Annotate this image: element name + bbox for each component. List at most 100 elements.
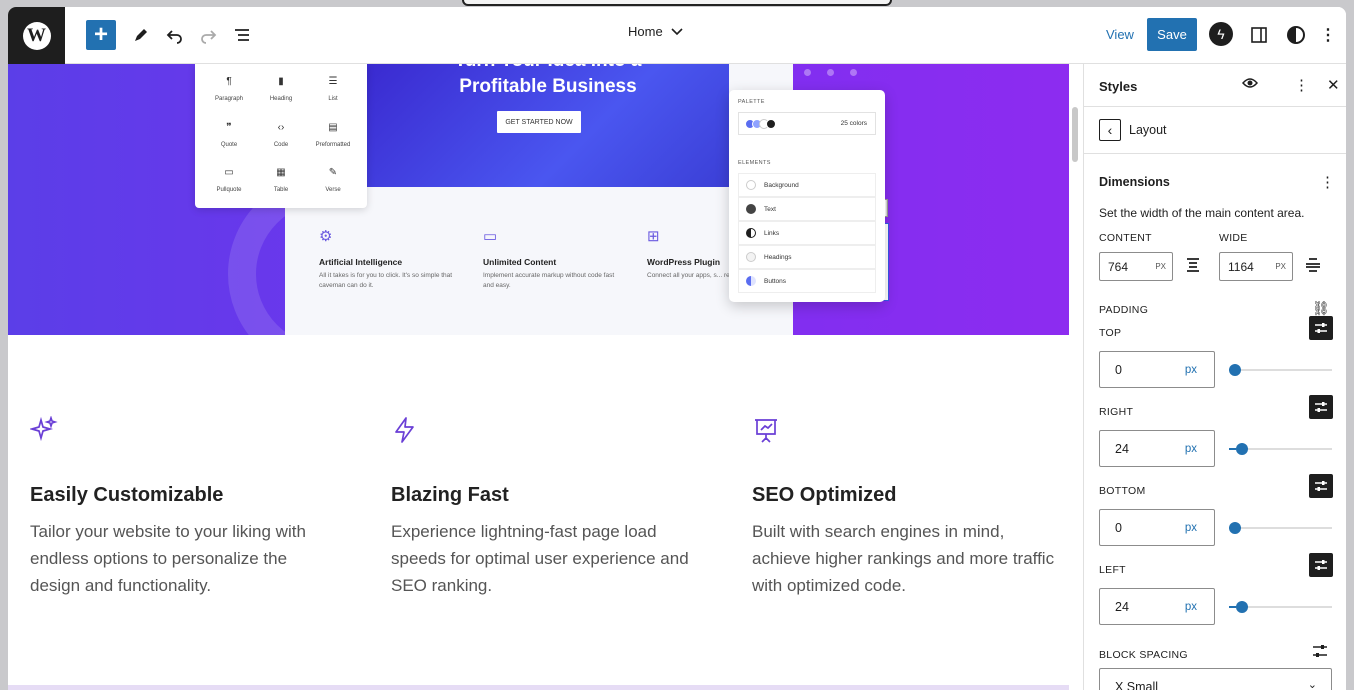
verse-icon: ✎ (328, 167, 338, 178)
mockup-card-ai: ⚙ Artificial Intelligence All it takes i… (319, 227, 455, 291)
pencil-icon (135, 29, 147, 41)
chevron-down-icon (671, 27, 683, 35)
padding-0-slider[interactable] (1229, 364, 1332, 376)
mockup-cta-button: GET STARTED NOW (497, 111, 581, 133)
sliders-icon (1315, 560, 1327, 570)
inserter-item: ‹› Code (253, 122, 309, 148)
eye-icon (1242, 78, 1258, 88)
dimensions-options-button[interactable]: ⋮ (1320, 173, 1335, 191)
card-title: Artificial Intelligence (319, 257, 403, 267)
padding-1-input[interactable]: 24 px (1099, 430, 1215, 467)
gear-icon: ⚙ (319, 228, 333, 245)
slider-knob[interactable] (1236, 443, 1248, 455)
table-icon: ▦ (276, 167, 286, 178)
padding-2-input[interactable]: 0 px (1099, 509, 1215, 546)
padding-0-input[interactable]: 0 px (1099, 351, 1215, 388)
padding-0-custom-button[interactable] (1309, 316, 1333, 340)
bolt-icon: ϟ (1217, 26, 1225, 42)
undo-button[interactable] (160, 20, 190, 50)
view-button[interactable]: View (1106, 27, 1134, 42)
half-circle-contrast-icon (1287, 26, 1305, 44)
hero-section[interactable]: Turn Your Idea into a Profitable Busines… (8, 64, 1069, 374)
mockup-headline: Profitable Business (459, 76, 637, 97)
sparkles-icon (30, 416, 58, 442)
slider-knob[interactable] (1229, 522, 1241, 534)
feature-text: Tailor your website to your liking with … (30, 522, 306, 595)
elements-heading: ELEMENTS (738, 160, 771, 166)
inserter-item: ❞ Quote (201, 122, 257, 148)
edit-tool-button[interactable] (126, 20, 156, 50)
chevron-left-icon: ‹ (1107, 122, 1113, 138)
padding-3-input[interactable]: 24 px (1099, 588, 1215, 625)
sidebar-title: Styles (1099, 79, 1138, 94)
dimensions-description: Set the width of the main content area. (1099, 206, 1305, 220)
palette-count: 25 colors (840, 120, 867, 127)
add-block-button[interactable]: + (86, 20, 116, 50)
padding-2-label: BOTTOM (1099, 485, 1146, 497)
styles-toggle-button[interactable] (1281, 20, 1311, 50)
list-icon: ☰ (328, 76, 338, 87)
lightning-icon (395, 417, 414, 443)
save-button[interactable]: Save (1147, 18, 1197, 51)
settings-sidebar-toggle[interactable] (1244, 20, 1274, 50)
sidebar-more-button[interactable]: ⋮ (1294, 76, 1309, 94)
editor-window: W + Home View Save ϟ ⋮ Profitable Busine… (8, 7, 1346, 690)
inserter-item: ☰ List (305, 76, 361, 102)
wide-width-input[interactable]: 1164 PX (1219, 252, 1293, 281)
paragraph-icon: ¶ (226, 76, 232, 87)
preformatted-icon: ▤ (328, 122, 338, 133)
sliders-icon (1315, 481, 1327, 491)
inserter-item: ▤ Preformatted (305, 122, 361, 148)
padding-3-slider[interactable] (1229, 601, 1332, 613)
undo-icon (166, 30, 182, 44)
wide-justify-icon[interactable] (1305, 257, 1321, 277)
slider-knob[interactable] (1229, 364, 1241, 376)
padding-1-custom-button[interactable] (1309, 395, 1333, 419)
styles-sidebar: Styles ⋮ ✕ ‹ Layout Dimensions ⋮ Set the… (1083, 64, 1346, 690)
mockup-hero-banner: Turn Your Idea into a Profitable Busines… (367, 64, 729, 187)
options-menu-button[interactable]: ⋮ (1320, 20, 1336, 50)
block-spacing-label: BLOCK SPACING (1099, 649, 1188, 661)
more-vertical-icon: ⋮ (1320, 174, 1335, 191)
redo-button[interactable] (193, 20, 223, 50)
padding-3-custom-button[interactable] (1309, 553, 1333, 577)
content-width-input[interactable]: 764 PX (1099, 252, 1173, 281)
padding-1-slider[interactable] (1229, 443, 1332, 455)
presentation-chart-icon (755, 419, 777, 443)
window-icon: ▭ (483, 228, 498, 245)
mockup-headline-top: Turn Your Idea into a (367, 64, 729, 72)
editor-top-bar: W + Home View Save ϟ ⋮ (8, 7, 1346, 64)
inserter-item: ▦ Table (253, 167, 309, 193)
back-button[interactable]: ‹ (1099, 119, 1121, 141)
element-row: Headings (738, 245, 876, 269)
close-sidebar-button[interactable]: ✕ (1327, 76, 1340, 94)
slider-knob[interactable] (1236, 601, 1248, 613)
nav-title: Layout (1129, 123, 1167, 137)
mockup-styles-palette: PALETTE 25 colors ELEMENTS Background Te… (729, 90, 885, 302)
document-overview-button[interactable] (227, 20, 257, 50)
editor-canvas[interactable]: Turn Your Idea into a Profitable Busines… (8, 64, 1069, 690)
sidebar-icon (1251, 27, 1267, 43)
padding-2-slider[interactable] (1229, 522, 1332, 534)
wordpress-logo-button[interactable]: W (8, 7, 65, 64)
plugin-bolt-button[interactable]: ϟ (1209, 22, 1233, 46)
dimensions-heading: Dimensions (1099, 175, 1170, 189)
block-spacing-tune-button[interactable] (1312, 644, 1328, 662)
padding-3-label: LEFT (1099, 564, 1126, 576)
sidebar-nav: ‹ Layout (1084, 107, 1346, 154)
redo-icon (201, 30, 217, 44)
element-row: Links (738, 221, 876, 245)
content-width-label: CONTENT (1099, 232, 1152, 244)
canvas-scrollbar[interactable] (1072, 107, 1078, 162)
style-book-button[interactable] (1242, 76, 1258, 93)
unlink-sides-button[interactable]: ⛓ (1312, 300, 1330, 317)
content-justify-icon[interactable] (1185, 257, 1201, 277)
padding-label: PADDING (1099, 304, 1149, 316)
document-title-dropdown[interactable]: Home (628, 24, 683, 39)
close-icon: ✕ (1327, 77, 1340, 94)
wide-width-label: WIDE (1219, 232, 1248, 244)
padding-0-label: TOP (1099, 327, 1122, 339)
padding-2-custom-button[interactable] (1309, 474, 1333, 498)
block-spacing-select[interactable]: X Small ⌄ (1099, 668, 1332, 690)
card-title: Unlimited Content (483, 257, 557, 267)
